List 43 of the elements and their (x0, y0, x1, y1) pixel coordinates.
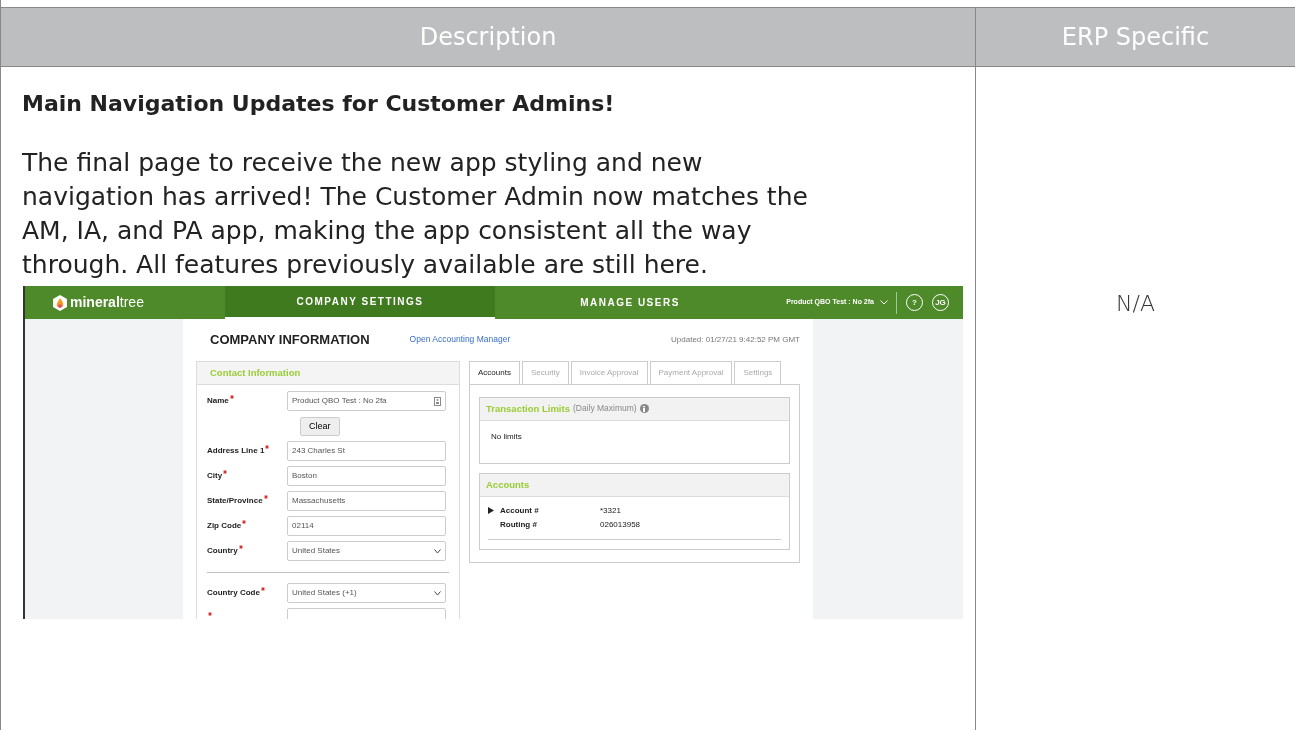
input-field[interactable]: Boston (287, 466, 446, 487)
accounting-manager-link[interactable]: Open Accounting Manager (409, 333, 511, 347)
clear-button[interactable]: Clear (300, 416, 340, 436)
input-field[interactable]: 02114 (287, 516, 446, 537)
limits-text: No limits (490, 430, 523, 443)
select-field[interactable]: United States (287, 541, 446, 562)
input-field[interactable]: Massachusetts (287, 491, 446, 512)
select-field[interactable]: United States (+1) (287, 583, 446, 604)
input-field[interactable]: 243 Charles St (287, 441, 446, 462)
nav-tab[interactable]: MANAGE USERS (495, 286, 765, 319)
account-label: Routing # (500, 519, 538, 531)
field-label: Country Code (207, 587, 287, 600)
section-note: (Daily Maximum) (572, 402, 637, 415)
row-title: Main Navigation Updates for Customer Admins! (22, 90, 616, 118)
settings-tab[interactable]: Accounts (469, 360, 520, 384)
contact-card-icon (434, 396, 441, 406)
triangle-right-icon[interactable] (488, 507, 495, 515)
nav-tab[interactable]: COMPANY SETTINGS (225, 286, 495, 319)
section-title: Transaction Limits (486, 401, 570, 416)
input-field[interactable]: Product QBO Test : No 2fa (287, 391, 446, 412)
account-value: *3321 (600, 505, 622, 517)
field-label: State/Province (207, 495, 287, 508)
account-value: 026013958 (600, 519, 642, 531)
section-title: Accounts (480, 473, 789, 497)
description-text: The final page to receive the new app styling and new navigation has arrived! The Customer Admin now matches the AM, IA, and PA app, making the app consistent all the way through. All features previously available are still here. (22, 147, 809, 281)
erp-value: N/A (1115, 290, 1156, 318)
logo-text: mineraltree (70, 293, 144, 312)
field-label: Name (207, 395, 287, 408)
chevron-down-icon (434, 590, 441, 596)
column-header: Description (1, 7, 976, 67)
updated-text: Updated: 01/27/21 9:42:52 PM GMT (671, 333, 800, 346)
field-label: City (207, 470, 287, 483)
chevron-down-icon (434, 548, 441, 554)
chevron-down-icon[interactable] (880, 300, 888, 305)
account-label: Account # (500, 505, 540, 517)
field-label: Zip Code (207, 520, 287, 533)
card-header: Contact Information (197, 361, 459, 385)
flame-logo-icon (53, 294, 67, 311)
field-label: Country (207, 545, 287, 558)
page-title: COMPANY INFORMATION (210, 331, 370, 349)
field-label: Address Line 1 (207, 445, 287, 458)
info-icon (639, 404, 649, 414)
column-header: ERP Specific (976, 7, 1295, 67)
